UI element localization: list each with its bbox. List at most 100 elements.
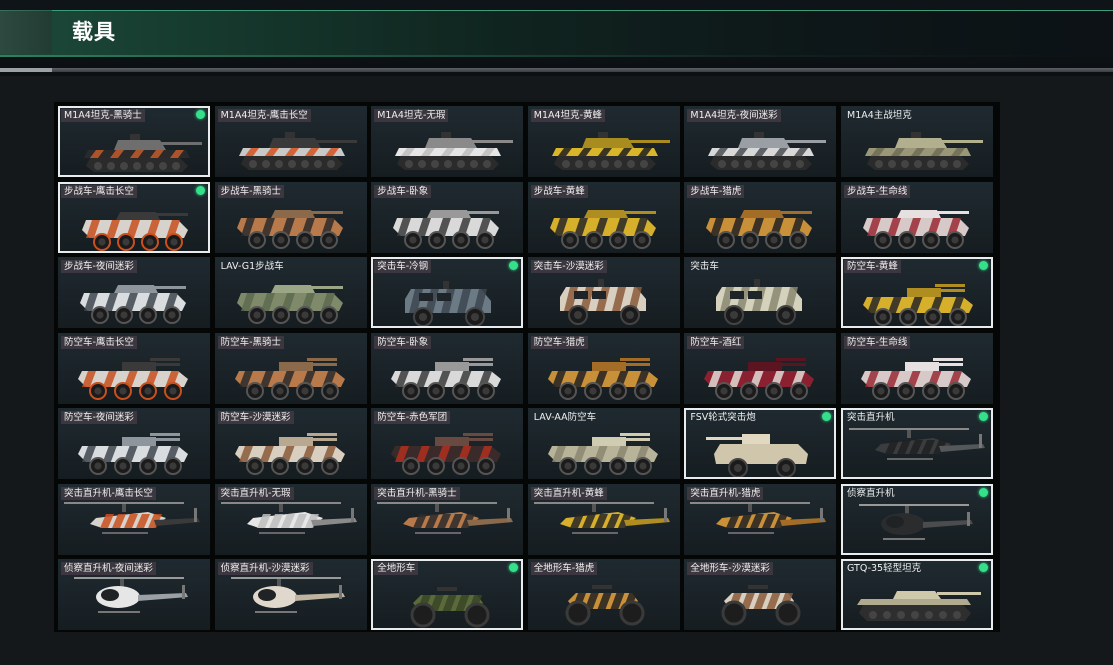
vehicle-tile[interactable]: 步战车-生命线 — [841, 181, 993, 253]
vehicle-tile[interactable]: 防空车-夜间迷彩 — [58, 408, 210, 479]
equipped-indicator-icon — [509, 261, 519, 270]
vehicle-atv-icon — [721, 585, 801, 626]
vehicle-tile[interactable]: LAV-G1步战车 — [214, 257, 367, 328]
vehicle-tile[interactable]: 防空车-赤色军团 — [371, 408, 524, 479]
vehicle-tile[interactable]: 步战车-夜间迷彩 — [58, 257, 210, 328]
vehicle-tile[interactable]: 防空车-沙漠迷彩 — [214, 408, 367, 479]
vehicle-heli-icon — [220, 501, 357, 534]
vehicle-tile[interactable]: 侦察直升机-夜间迷彩 — [58, 559, 210, 630]
vehicle-grid: M1A4坦克-黑骑士 M1A4坦克-鹰击长空 M1A4坦克-无瑕 M1A4坦克-黄蜂 M… — [54, 102, 1000, 632]
vehicle-tile[interactable]: 步战车-猎虎 — [684, 181, 837, 253]
vehicle-tile[interactable]: 防空车-黄蜂 — [841, 257, 993, 328]
vehicle-tile[interactable]: M1A4主战坦克 — [841, 106, 993, 177]
vehicle-heli-icon — [377, 501, 514, 534]
vehicle-tile[interactable]: 防空车-鹰击长空 — [58, 332, 210, 404]
vehicle-tile[interactable]: 侦察直升机-沙漠迷彩 — [214, 559, 367, 630]
vehicle-tile[interactable]: 侦察直升机 — [841, 483, 993, 555]
equipped-indicator-icon — [979, 412, 988, 421]
vehicle-ifv-icon — [549, 209, 656, 249]
vehicle-aa-icon — [78, 433, 188, 475]
vehicle-tile[interactable]: 全地形车-猎虎 — [527, 559, 680, 630]
vehicle-ifv-icon — [706, 209, 813, 249]
vehicle-tank-icon — [708, 132, 827, 170]
vehicle-tile[interactable]: 突击车 — [684, 257, 837, 328]
vehicle-tank-icon — [84, 134, 202, 172]
vehicle-tile[interactable]: 全地形车-沙漠迷彩 — [684, 559, 837, 630]
vehicle-tile[interactable]: M1A4坦克-黑骑士 — [58, 106, 210, 177]
vehicle-heli-icon — [64, 501, 200, 534]
vehicle-tile[interactable]: 步战车-黑骑士 — [214, 181, 367, 253]
equipped-indicator-icon — [509, 563, 519, 572]
vehicle-fsv-icon — [706, 434, 809, 477]
vehicle-aa-icon — [234, 433, 345, 475]
top-header: 载具 — [0, 0, 1113, 76]
vehicle-aa-icon — [547, 357, 658, 400]
vehicle-heli-icon — [849, 428, 985, 460]
vehicle-tank-icon — [395, 132, 514, 170]
equipped-indicator-icon — [196, 110, 205, 119]
equipped-indicator-icon — [979, 563, 988, 572]
equipped-indicator-icon — [196, 185, 205, 195]
vehicle-aa-icon — [78, 357, 188, 400]
vehicle-tile[interactable]: 突击车-冷钢 — [371, 257, 524, 328]
equipped-indicator-icon — [822, 412, 832, 421]
header-band — [0, 10, 1113, 57]
vehicle-tile[interactable]: 步战车-鹰击长空 — [58, 181, 210, 253]
vehicle-tile[interactable]: 防空车-生命线 — [841, 332, 993, 404]
vehicle-ifv-icon — [80, 285, 186, 324]
vehicle-scout-icon — [230, 577, 345, 613]
vehicle-tank-icon — [865, 132, 983, 170]
vehicle-ifv-icon — [82, 211, 188, 251]
vehicle-tile[interactable]: 全地形车 — [371, 559, 524, 630]
vehicle-atv-icon — [410, 587, 490, 628]
vehicle-tile[interactable]: 突击直升机-无瑕 — [214, 483, 367, 555]
vehicle-aa-icon — [863, 284, 973, 326]
vehicle-tile[interactable]: M1A4坦克-无瑕 — [371, 106, 524, 177]
vehicle-tile[interactable]: GTQ-35轻型坦克 — [841, 559, 993, 630]
vehicle-tile[interactable]: 突击直升机-黄蜂 — [527, 483, 680, 555]
vehicle-ifv-icon — [863, 209, 969, 249]
vehicle-aa-icon — [861, 357, 971, 400]
vehicle-aa-icon — [391, 433, 502, 475]
vehicle-tile[interactable]: FSV轮式突击炮 — [684, 408, 837, 479]
vehicle-tile[interactable]: 步战车-卧象 — [371, 181, 524, 253]
vehicle-truck-icon — [559, 279, 646, 325]
vehicle-ifv-icon — [236, 209, 343, 249]
vehicle-lighttank-icon — [857, 591, 981, 621]
vehicle-tile[interactable]: 防空车-卧象 — [371, 332, 524, 404]
vehicle-ifv-icon — [236, 285, 343, 324]
vehicle-tank-icon — [551, 132, 670, 170]
vehicle-heli-icon — [690, 501, 827, 534]
vehicle-tile[interactable]: 防空车-酒红 — [684, 332, 837, 404]
vehicle-aa-icon — [704, 357, 815, 400]
vehicle-tile[interactable]: 突击直升机-黑骑士 — [371, 483, 524, 555]
vehicle-tile[interactable]: M1A4坦克-夜间迷彩 — [684, 106, 837, 177]
vehicle-tile[interactable]: 防空车-猎虎 — [527, 332, 680, 404]
vehicle-tile[interactable]: 突击直升机-鹰击长空 — [58, 483, 210, 555]
vehicle-tile[interactable]: 突击车-沙漠迷彩 — [527, 257, 680, 328]
vehicle-tile[interactable]: 突击直升机-猎虎 — [684, 483, 837, 555]
header-divider — [0, 68, 1113, 72]
vehicle-tile[interactable]: M1A4坦克-黄蜂 — [527, 106, 680, 177]
vehicle-tile[interactable]: LAV-AA防空车 — [527, 408, 680, 479]
vehicle-truck-icon — [405, 281, 492, 326]
equipped-indicator-icon — [979, 261, 988, 270]
equipped-indicator-icon — [979, 487, 988, 497]
vehicle-tile[interactable]: M1A4坦克-鹰击长空 — [214, 106, 367, 177]
vehicle-aa-icon — [391, 357, 502, 400]
vehicle-scout-icon — [74, 577, 188, 613]
vehicle-tile[interactable]: 防空车-黑骑士 — [214, 332, 367, 404]
header-divider-accent — [0, 68, 52, 72]
vehicle-truck-icon — [716, 279, 803, 325]
page-title: 载具 — [72, 20, 116, 44]
vehicle-tile[interactable]: 突击直升机 — [841, 408, 993, 479]
vehicle-tile[interactable]: 步战车-黄蜂 — [527, 181, 680, 253]
vehicle-aa-icon — [547, 433, 658, 475]
vehicle-aa-icon — [234, 357, 345, 400]
vehicle-scout-icon — [859, 503, 973, 540]
header-left-accent — [0, 10, 52, 54]
vehicle-heli-icon — [533, 501, 670, 534]
vehicle-atv-icon — [565, 585, 645, 626]
vehicle-tank-icon — [238, 132, 357, 170]
vehicle-ifv-icon — [393, 209, 500, 249]
